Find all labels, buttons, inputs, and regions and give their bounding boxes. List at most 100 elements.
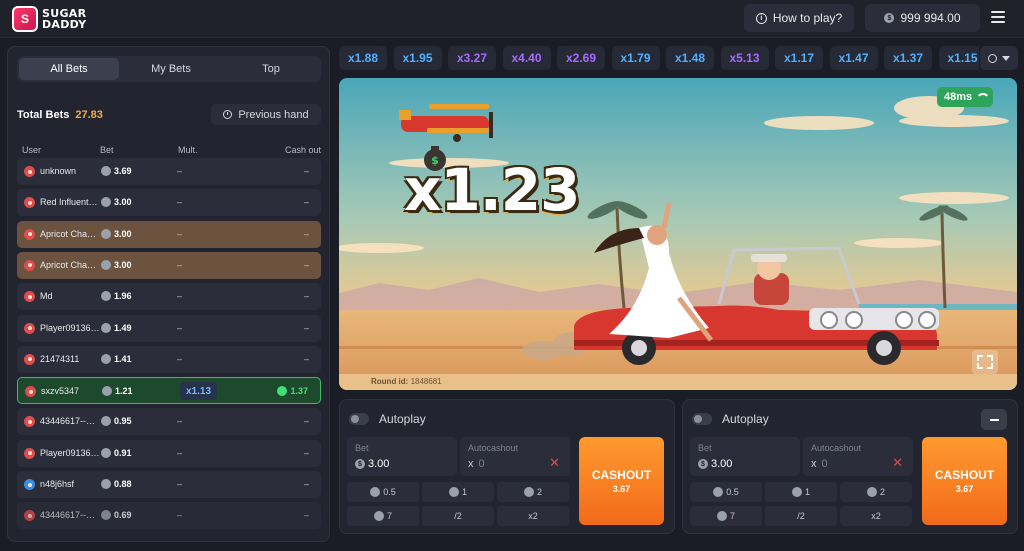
round-id: Round id: 1848681 [371, 377, 442, 386]
cashout-amount: 3.67 [612, 484, 631, 494]
row-mult: – [177, 447, 183, 458]
row-cashout: – [303, 479, 309, 489]
autoplay-toggle[interactable] [349, 413, 369, 425]
row-bet-value: 1.49 [114, 322, 132, 333]
bet-panel-1: Autoplay Bet $3.00 Autocashout x0 ✕ 0.5 … [339, 399, 675, 534]
avatar [24, 353, 35, 365]
row-mult: – [177, 322, 183, 333]
tab-all-bets[interactable]: All Bets [19, 58, 119, 80]
hamburger-menu-icon[interactable] [991, 10, 1005, 24]
multiplier-chip[interactable]: x1.88 [339, 46, 387, 70]
autocashout-field[interactable]: Autocashout x0 ✕ [803, 437, 913, 476]
row-user: unknown [40, 166, 77, 176]
row-bet: 0.69 [101, 510, 132, 521]
multiplier-chip[interactable]: x1.95 [393, 46, 442, 70]
how-to-play-button[interactable]: i How to play? [744, 4, 854, 32]
remove-bet-panel-button[interactable] [981, 409, 1007, 430]
autoplay-toggle[interactable] [692, 413, 712, 425]
bets-tabs: All Bets My Bets Top [17, 56, 321, 82]
bet-row: Apricot Cha… 3.00 – – [17, 220, 321, 248]
row-bet: 0.95 [101, 416, 132, 427]
bet-row: Player09136… 0.91 – – [17, 439, 321, 467]
sugar-daddy-logo[interactable]: S SUGAR DADDY [12, 4, 100, 34]
quick-bet-label: 0.5 [726, 487, 739, 497]
row-user: Md [40, 291, 53, 302]
multiplier-chip[interactable]: x1.48 [666, 46, 714, 70]
previous-hand-button[interactable]: Previous hand [211, 104, 321, 125]
quick-bet-0-5[interactable]: 0.5 [347, 482, 419, 502]
double-bet-button[interactable]: x2 [497, 506, 569, 526]
avatar [24, 510, 35, 522]
multiplier-chip[interactable]: x4.40 [502, 46, 551, 70]
total-bets-label: Total Bets [17, 109, 70, 121]
bet-value: $3.00 [698, 458, 732, 470]
cashout-button[interactable]: CASHOUT 3.67 [922, 437, 1007, 525]
row-bet-value: 1.96 [114, 291, 132, 302]
row-bet-value: 0.91 [114, 447, 132, 458]
quick-bet-label: 1 [804, 487, 810, 497]
row-cashout: – [303, 197, 309, 208]
multiplier-chip[interactable]: x3.27 [448, 46, 496, 70]
balance-display[interactable]: $ 999 994.00 [865, 4, 980, 32]
multiplier-chip[interactable]: x1.15 [938, 46, 979, 70]
coin-icon [101, 291, 111, 302]
autocashout-field[interactable]: Autocashout x0 ✕ [460, 437, 570, 476]
game-canvas: $ 48ms x1.23 Round id: 1848681 [339, 78, 1017, 390]
clear-autocashout-icon[interactable]: ✕ [892, 456, 903, 469]
row-mult: – [177, 291, 183, 302]
bet-amount-field[interactable]: Bet $3.00 [347, 437, 457, 476]
tab-my-bets[interactable]: My Bets [121, 56, 221, 82]
multiplier-chip[interactable]: x1.79 [611, 46, 660, 70]
column-bet: Bet [100, 145, 114, 155]
row-cashout: – [303, 166, 309, 176]
autocashout-label: Autocashout [468, 443, 519, 453]
quick-bet-1[interactable]: 1 [765, 482, 837, 502]
autoplay-row: Autoplay [349, 412, 426, 426]
multiplier-chip[interactable]: x1.17 [775, 46, 823, 70]
row-bet-value: 3.00 [114, 197, 132, 208]
autocashout-value-text: 0 [821, 458, 828, 470]
logo-line-2: DADDY [42, 18, 87, 31]
quick-bet-2[interactable]: 2 [840, 482, 912, 502]
coin-icon [101, 479, 111, 489]
bet-row: 43446617--… 0.95 – – [17, 408, 321, 436]
double-bet-button[interactable]: x2 [840, 506, 912, 526]
quick-bet-0-5[interactable]: 0.5 [690, 482, 762, 502]
bet-amount-field[interactable]: Bet $3.00 [690, 437, 800, 476]
quick-bet-1[interactable]: 1 [422, 482, 494, 502]
history-clock-icon [223, 110, 233, 119]
info-icon: i [755, 12, 767, 24]
row-user: sxzv5347 [41, 386, 80, 397]
row-bet: 3.69 [101, 166, 132, 176]
bets-panel: All Bets My Bets Top Total Bets 27.83 Pre… [7, 46, 330, 542]
cashout-button[interactable]: CASHOUT 3.67 [579, 437, 664, 525]
quick-bet-2[interactable]: 2 [497, 482, 569, 502]
bet-row: n48j6hsf 0.88 – – [17, 471, 321, 498]
row-cashout: 1.37 [277, 386, 308, 397]
row-mult: – [177, 479, 183, 489]
quick-bet-7[interactable]: 7 [347, 506, 419, 526]
multiplier-chip[interactable]: x1.37 [884, 46, 932, 70]
multiplier-chip[interactable]: x1.47 [829, 46, 878, 70]
avatar [24, 228, 35, 240]
autoplay-label: Autoplay [722, 412, 769, 426]
total-bets-value: 27.83 [75, 109, 103, 121]
multiplier-chip[interactable]: x5.13 [720, 46, 769, 70]
row-user: Red Influent… [40, 197, 98, 208]
history-dropdown-button[interactable] [980, 46, 1018, 70]
quick-bet-7[interactable]: 7 [690, 506, 762, 526]
bet-row: sxzv5347 1.21 x1.13 1.37 [17, 377, 321, 405]
quick-bet-label: 2 [536, 487, 542, 497]
row-mult: – [177, 166, 183, 176]
row-cashout: – [303, 510, 309, 521]
avatar [24, 197, 35, 209]
multiplier-chip[interactable]: x2.69 [557, 46, 605, 70]
halve-bet-button[interactable]: /2 [765, 506, 837, 526]
halve-bet-button[interactable]: /2 [422, 506, 494, 526]
coin-icon: $ [698, 459, 708, 469]
tab-top[interactable]: Top [221, 56, 321, 82]
row-user: Apricot Cha… [40, 228, 97, 239]
row-mult: – [177, 197, 183, 208]
fullscreen-icon[interactable] [972, 350, 998, 374]
clear-autocashout-icon[interactable]: ✕ [549, 456, 560, 469]
